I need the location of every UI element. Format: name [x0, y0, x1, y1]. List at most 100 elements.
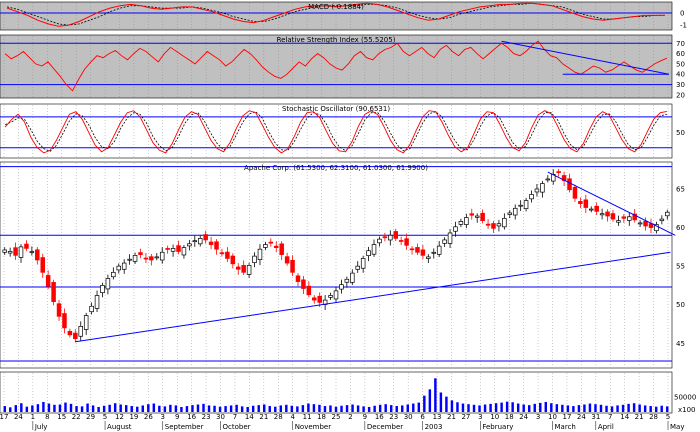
x-tick-label: 17: [0, 413, 8, 421]
candle-body: [246, 265, 252, 275]
x-tick-label: 10: [548, 413, 557, 421]
rsi-tick-label: 70: [676, 40, 685, 48]
x-tick-label: 10: [490, 413, 499, 421]
candle-body: [398, 240, 404, 242]
x-tick-label: 4: [290, 413, 295, 421]
x-tick-label: 25: [332, 413, 341, 421]
x-tick-label: 24: [577, 413, 586, 421]
x-tick-label: 26: [144, 413, 153, 421]
x-tick-label: 21: [447, 413, 456, 421]
month-label: November: [295, 423, 332, 431]
x-tick-label: 8: [45, 413, 49, 421]
candle-body: [350, 272, 355, 283]
candle-body: [35, 249, 40, 261]
candle-body: [83, 315, 89, 330]
candle-body: [138, 252, 143, 255]
candle-body: [415, 247, 420, 253]
candle-body: [480, 212, 485, 221]
x-tick-label: 7: [608, 413, 612, 421]
x-tick-label: 5: [103, 413, 107, 421]
candle-body: [485, 223, 491, 226]
rsi-tick-label: 50: [676, 60, 685, 68]
candle-body: [208, 241, 214, 245]
candle-body: [62, 313, 67, 329]
candle-body: [355, 265, 360, 270]
candle-body: [534, 188, 540, 193]
candle-body: [45, 275, 51, 287]
candle-body: [382, 236, 388, 239]
x-tick-label: 28: [274, 413, 283, 421]
candle-body: [420, 249, 426, 256]
x-tick-label: 1: [31, 413, 35, 421]
candle-body: [371, 244, 377, 255]
candle-body: [268, 241, 274, 244]
x-tick-label: 9: [175, 413, 179, 421]
x-tick-label: 12: [115, 413, 124, 421]
candle-body: [295, 275, 301, 282]
candle-body: [263, 244, 268, 248]
candle-body: [426, 256, 431, 259]
rsi-tick-label: 40: [676, 71, 685, 79]
price-title: Apache Corp. (61.5300, 62.3100, 61.0300,…: [244, 164, 428, 172]
x-tick-label: 24: [14, 413, 23, 421]
candle-body: [312, 297, 317, 301]
macd-title: MACD (-0.1884): [308, 3, 364, 11]
candle-body: [230, 255, 236, 265]
x-tick-label: 19: [129, 413, 138, 421]
candle-body: [474, 215, 480, 218]
candle-body: [599, 213, 605, 216]
macd-tick-label: -1: [680, 22, 687, 30]
candle-body: [252, 255, 257, 263]
candle-body: [170, 248, 176, 252]
candle-body: [507, 212, 513, 215]
candle-body: [610, 213, 616, 220]
rsi-tick-label: 20: [676, 91, 685, 99]
candle-body: [616, 220, 621, 223]
stock-chart: MACD (-0.1884) Relative Strength Index (5…: [0, 1, 696, 431]
candle-body: [404, 238, 409, 246]
x-tick-label: 27: [461, 413, 470, 421]
candle-body: [301, 279, 306, 289]
candle-body: [176, 245, 181, 252]
candle-body: [431, 251, 437, 254]
candle-body: [116, 265, 122, 271]
candle-body: [197, 238, 203, 245]
candle-body: [502, 217, 507, 228]
candle-body: [257, 248, 263, 260]
candle-body: [78, 325, 83, 337]
x-tick-label: 15: [57, 413, 66, 421]
x-tick-label: 31: [591, 413, 600, 421]
candle-body: [7, 251, 13, 254]
candle-body: [29, 251, 35, 253]
candle-body: [127, 258, 132, 261]
candle-body: [469, 213, 475, 216]
price-tick-label: 45: [676, 340, 685, 348]
price-tick-label: 65: [676, 186, 685, 194]
x-tick-label: 7: [233, 413, 237, 421]
x-tick-label: 14: [245, 413, 254, 421]
candle-body: [512, 207, 518, 216]
month-label: September: [165, 423, 204, 431]
candle-body: [388, 234, 393, 241]
stochastic-title: Stochastic Oscillator (90.6531): [282, 105, 390, 113]
month-label: February: [482, 423, 513, 431]
candle-body: [665, 211, 670, 217]
chart-window: MACD (-0.1884) Relative Strength Index (5…: [0, 0, 700, 432]
candle-body: [284, 256, 290, 264]
candle-body: [73, 332, 78, 340]
macd-tick-label: 0: [680, 9, 684, 17]
candle-body: [333, 290, 339, 300]
x-tick-label: 21: [259, 413, 268, 421]
x-tick-label: 16: [375, 413, 384, 421]
x-tick-label: 13: [433, 413, 442, 421]
x-tick-label: 18: [317, 413, 326, 421]
candle-body: [578, 201, 583, 205]
candle-body: [572, 186, 578, 199]
candle-body: [279, 243, 284, 255]
candle-body: [24, 243, 29, 249]
candle-body: [18, 246, 24, 258]
candle-body: [306, 285, 312, 296]
stochastic-tick-label: 50: [676, 129, 685, 137]
x-tick-label: 22: [72, 413, 81, 421]
candle-body: [143, 257, 149, 260]
